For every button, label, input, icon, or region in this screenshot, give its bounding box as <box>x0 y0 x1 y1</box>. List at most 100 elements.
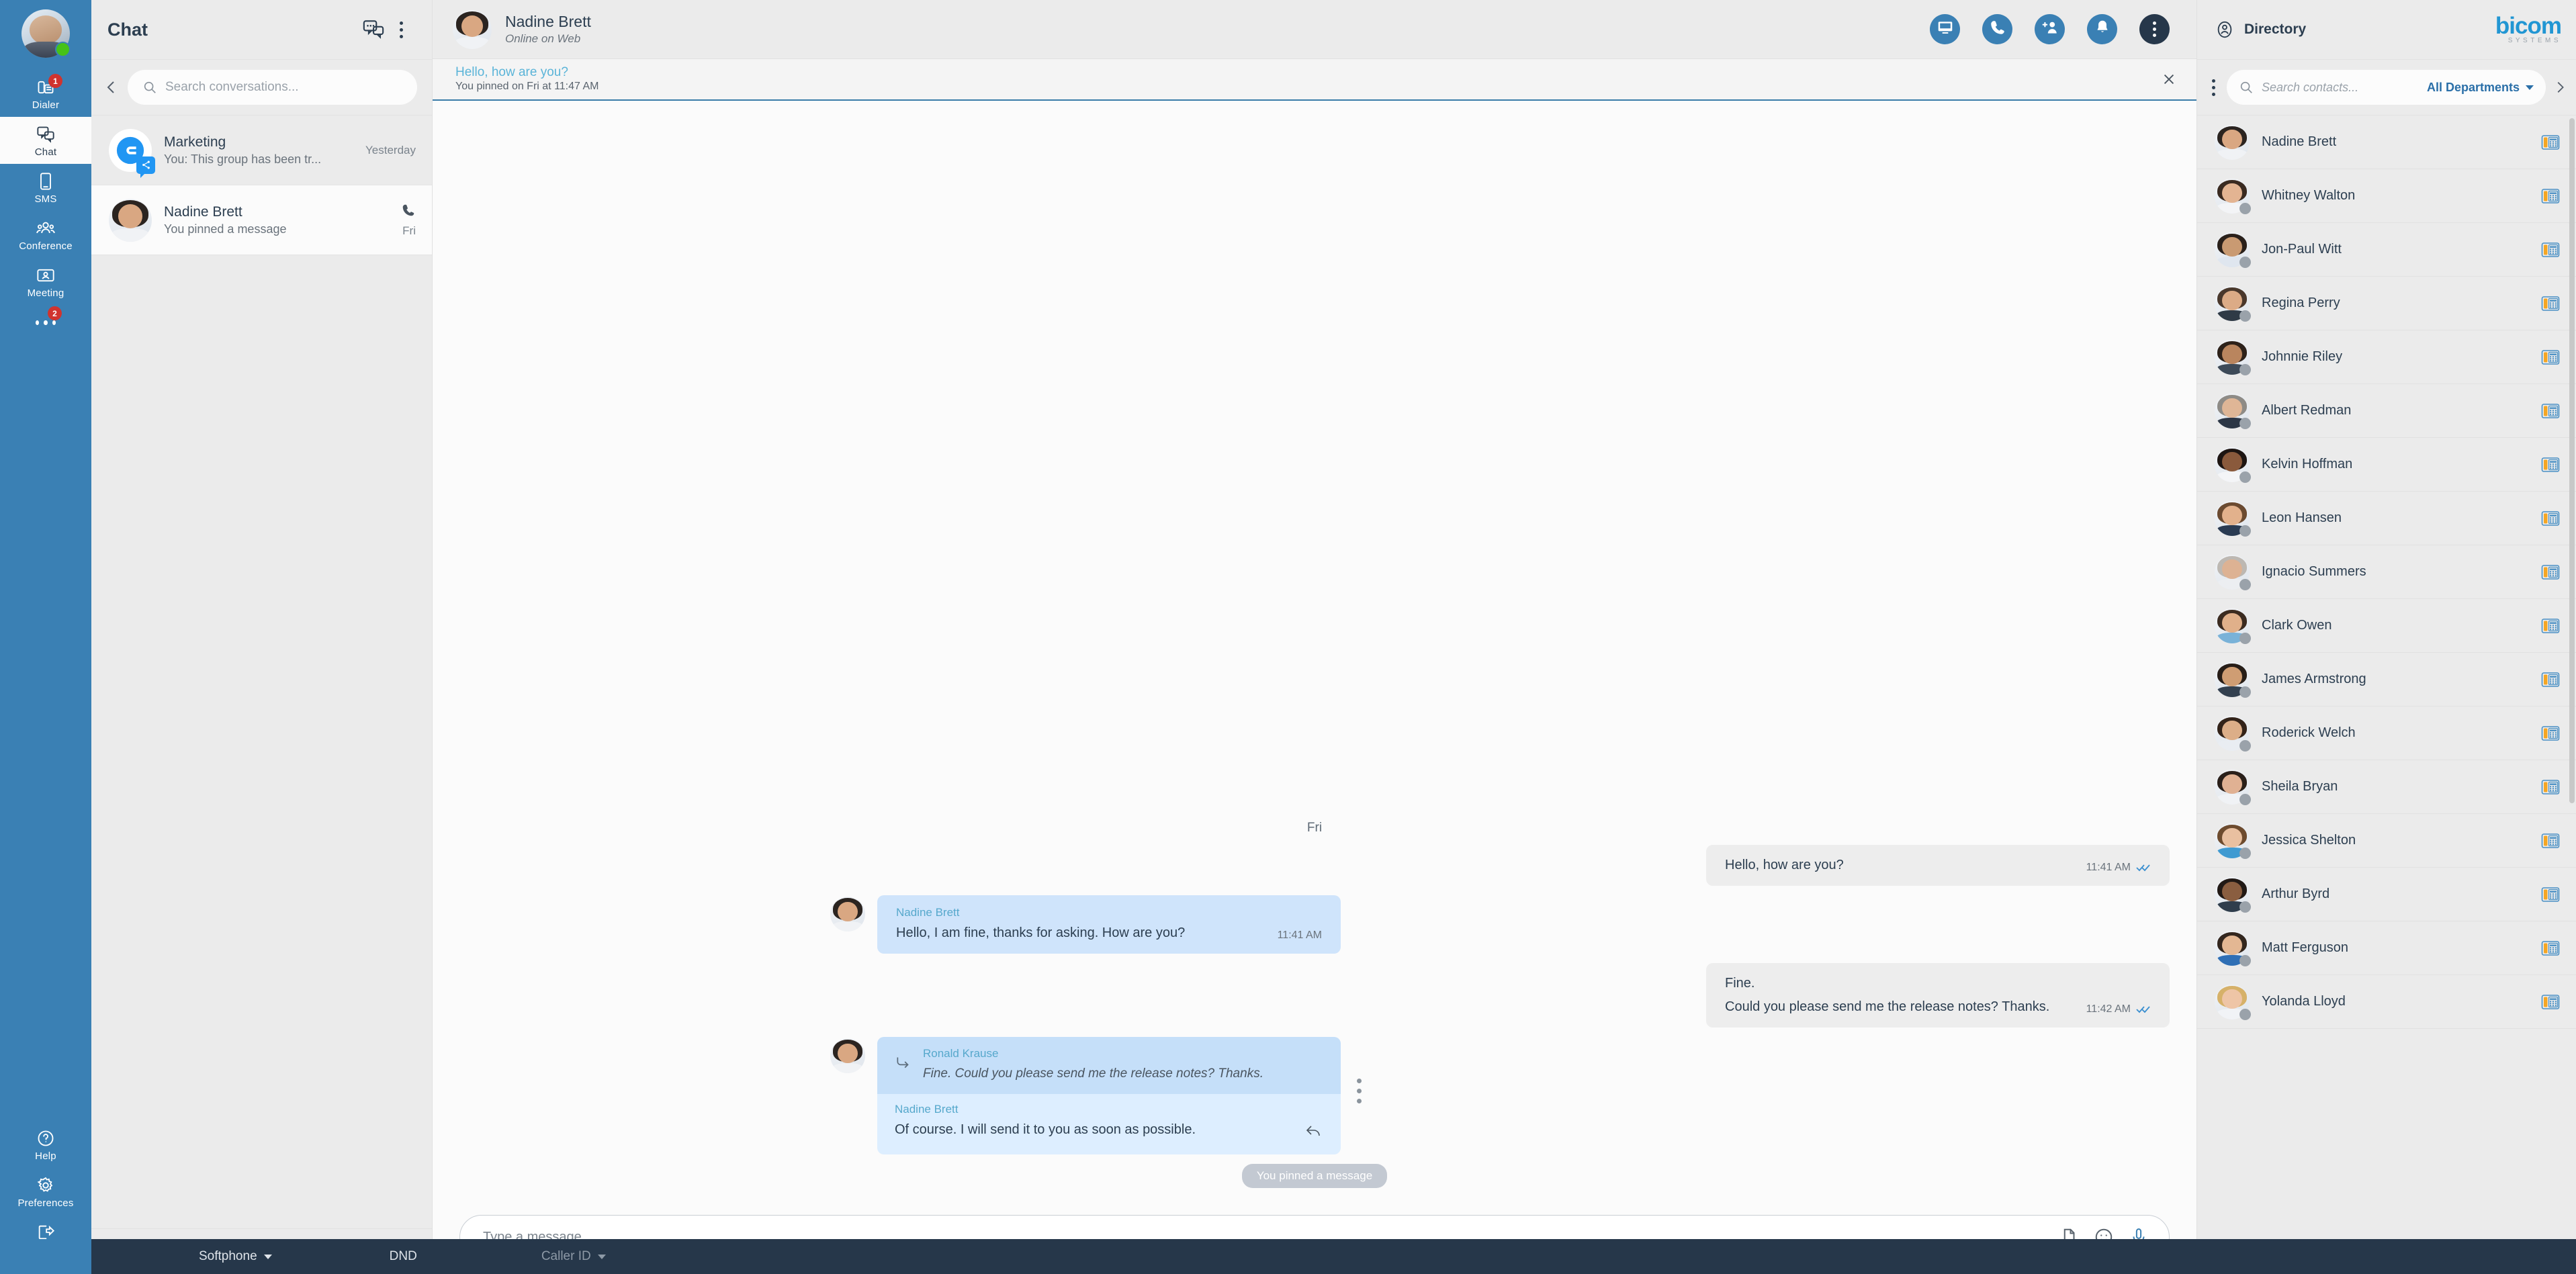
deskphone-icon[interactable] <box>2541 778 2560 796</box>
dnd-toggle[interactable]: DND <box>390 1249 417 1264</box>
scrollbar-thumb[interactable] <box>2569 118 2575 803</box>
sidebar-item-help[interactable]: Help <box>0 1121 91 1168</box>
deskphone-icon[interactable] <box>2541 456 2560 473</box>
contact-row[interactable]: Clark Owen <box>2197 599 2576 653</box>
conversation-item-marketing[interactable]: Marketing You: This group has been tr...… <box>91 116 432 185</box>
reply-arrow-icon[interactable] <box>1304 1122 1323 1140</box>
sidebar-item-more[interactable]: 2 <box>0 305 91 338</box>
deskphone-icon[interactable] <box>2541 725 2560 742</box>
message-list: Fri Hello, how are you? 11:41 AM Nadine … <box>433 809 2196 1200</box>
message-sender: Nadine Brett <box>895 1103 959 1116</box>
deskphone-icon[interactable] <box>2541 993 2560 1011</box>
avatar <box>2215 823 2251 859</box>
quoted-body: Ronald Krause Fine. Could you please sen… <box>923 1046 1263 1083</box>
sidebar-item-dialer[interactable]: 1 Dialer <box>0 70 91 117</box>
contact-row[interactable]: Whitney Walton <box>2197 169 2576 223</box>
search-contacts-box[interactable]: All Departments <box>2227 70 2546 105</box>
phone-icon[interactable] <box>401 203 416 218</box>
sidebar-item-meeting[interactable]: Meeting <box>0 258 91 305</box>
search-conversations-box[interactable] <box>128 70 417 105</box>
user-avatar[interactable] <box>21 9 71 58</box>
contact-row[interactable]: Jessica Shelton <box>2197 814 2576 868</box>
more-badge: 2 <box>48 306 62 320</box>
deskphone-icon[interactable] <box>2541 671 2560 688</box>
deskphone-icon[interactable] <box>2541 402 2560 420</box>
notifications-button[interactable] <box>2087 14 2117 44</box>
message-bubble-reply[interactable]: Ronald Krause Fine. Could you please sen… <box>877 1037 1341 1154</box>
deskphone-icon[interactable] <box>2541 241 2560 259</box>
conversation-item-nadine-brett[interactable]: Nadine Brett You pinned a message Fri <box>91 185 432 255</box>
contact-row[interactable]: Ignacio Summers <box>2197 545 2576 599</box>
sidebar-item-preferences[interactable]: Preferences <box>0 1168 91 1215</box>
directory-more-icon[interactable] <box>2207 76 2220 99</box>
contact-row[interactable]: Arthur Byrd <box>2197 868 2576 921</box>
contact-row[interactable]: Johnnie Riley <box>2197 330 2576 384</box>
chevron-left-icon[interactable] <box>103 79 120 95</box>
contact-row[interactable]: Kelvin Hoffman <box>2197 438 2576 492</box>
contact-row[interactable]: Matt Ferguson <box>2197 921 2576 975</box>
department-filter-dropdown[interactable]: All Departments <box>2427 81 2534 95</box>
person-plus-icon <box>2041 19 2059 40</box>
contact-row[interactable]: Yolanda Lloyd <box>2197 975 2576 1029</box>
close-icon[interactable] <box>2158 68 2180 91</box>
message-scroll-area[interactable]: Fri Hello, how are you? 11:41 AM Nadine … <box>433 101 2196 1210</box>
chat-list-more-icon[interactable] <box>394 18 417 41</box>
avatar <box>109 198 152 242</box>
contact-list[interactable]: Nadine Brett Whitney Walton Jon-Paul Witt R… <box>2197 116 2576 1274</box>
message-bubble-outgoing[interactable]: Hello, how are you? 11:41 AM <box>1706 845 2170 886</box>
contact-row[interactable]: Nadine Brett <box>2197 116 2576 169</box>
more-options-button[interactable] <box>2139 14 2170 44</box>
message-text: Of course. I will send it to you as soon… <box>895 1122 1196 1137</box>
contact-row[interactable]: Sheila Bryan <box>2197 760 2576 814</box>
avatar[interactable] <box>453 9 492 49</box>
presence-indicator-offline <box>2239 793 2251 805</box>
contact-row[interactable]: Regina Perry <box>2197 277 2576 330</box>
presence-indicator-offline <box>2239 471 2251 483</box>
search-contacts-input[interactable] <box>2262 80 2419 95</box>
avatar <box>2215 662 2251 698</box>
deskphone-icon[interactable] <box>2541 187 2560 205</box>
deskphone-icon[interactable] <box>2541 563 2560 581</box>
sidebar-item-conference[interactable]: Conference <box>0 211 91 258</box>
message-bubble-incoming[interactable]: Nadine Brett Hello, I am fine, thanks fo… <box>877 895 1341 954</box>
contact-photo <box>830 897 865 932</box>
contact-row[interactable]: Albert Redman <box>2197 384 2576 438</box>
sidebar-item-chat[interactable]: Chat <box>0 117 91 164</box>
pinned-message-bar[interactable]: Hello, how are you? You pinned on Fri at… <box>433 59 2196 101</box>
caller-id-selector[interactable]: Caller ID <box>541 1249 606 1264</box>
sidebar-item-sms[interactable]: SMS <box>0 164 91 211</box>
search-conversations-input[interactable] <box>165 80 402 95</box>
message-meta: 11:41 AM <box>2086 862 2151 875</box>
message-bubble-outgoing[interactable]: Fine. Could you please send me the relea… <box>1706 963 2170 1028</box>
contact-row[interactable]: Jon-Paul Witt <box>2197 223 2576 277</box>
add-participant-button[interactable] <box>2035 14 2065 44</box>
mobile-icon <box>36 172 56 191</box>
deskphone-icon[interactable] <box>2541 940 2560 957</box>
left-nav-rail: 1 Dialer Chat SMS Conference Meeting 2 H… <box>0 0 91 1274</box>
quote-arrow-icon <box>895 1053 912 1071</box>
contact-row[interactable]: Leon Hansen <box>2197 492 2576 545</box>
deskphone-icon[interactable] <box>2541 832 2560 850</box>
deskphone-icon[interactable] <box>2541 617 2560 635</box>
softphone-selector[interactable]: Softphone <box>199 1249 272 1264</box>
message-options-icon[interactable] <box>1349 1037 1369 1104</box>
contact-row[interactable]: James Armstrong <box>2197 653 2576 707</box>
deskphone-icon[interactable] <box>2541 510 2560 527</box>
contact-name: Ignacio Summers <box>2262 564 2366 579</box>
audio-call-button[interactable] <box>1982 14 2012 44</box>
avatar <box>2215 393 2251 429</box>
directory-panel: Directory bicom SYSTEMS All Departments <box>2196 0 2576 1274</box>
video-call-button[interactable] <box>1930 14 1960 44</box>
contact-row[interactable]: Roderick Welch <box>2197 707 2576 760</box>
deskphone-icon[interactable] <box>2541 295 2560 312</box>
new-message-icon[interactable] <box>362 18 385 41</box>
deskphone-icon[interactable] <box>2541 134 2560 151</box>
contact-name: Matt Ferguson <box>2262 940 2348 955</box>
deskphone-icon[interactable] <box>2541 349 2560 366</box>
conversation-time: Yesterday <box>365 143 416 156</box>
deskphone-icon[interactable] <box>2541 886 2560 903</box>
quoted-message[interactable]: Ronald Krause Fine. Could you please sen… <box>877 1037 1341 1094</box>
phone-icon <box>1989 19 2006 40</box>
chevron-right-icon[interactable] <box>2552 80 2567 95</box>
search-icon <box>142 80 157 95</box>
